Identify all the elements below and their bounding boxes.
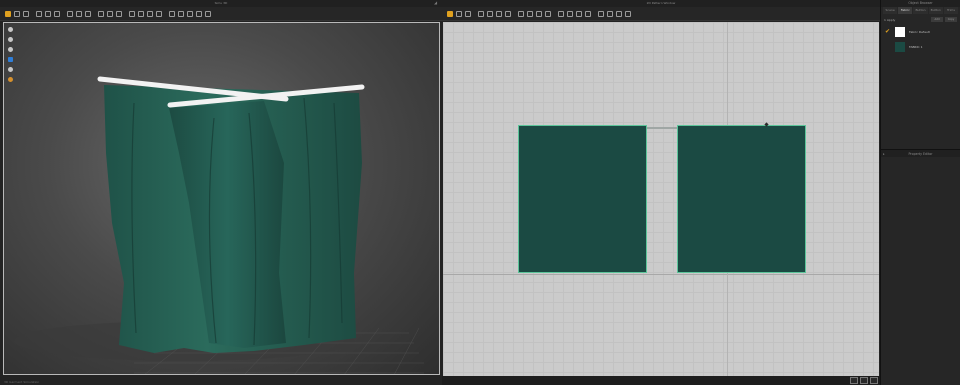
sewing-icon[interactable] (74, 9, 82, 18)
tool-17-icon[interactable] (167, 9, 175, 18)
property-editor-header: ▸ Property Editor (881, 149, 960, 157)
fabric-name: Fabric Default (909, 29, 930, 34)
tool-2d-20-icon[interactable] (623, 9, 631, 18)
horizontal-axis (443, 274, 879, 275)
tool-14-icon[interactable] (136, 9, 144, 18)
3d-window-title: Simu 3D (0, 0, 442, 7)
list-item[interactable]: ✔ Fabric Default (881, 24, 960, 39)
rotate-icon[interactable] (21, 9, 29, 18)
app-window: Simu 3D ◢ 3D Garment Simulation 2D Patte… (0, 0, 960, 385)
avatar-skin-icon[interactable] (7, 66, 14, 73)
tab-fabric[interactable]: Fabric (898, 7, 913, 14)
fold-icon[interactable] (43, 9, 51, 18)
edit-texture-icon[interactable] (556, 9, 564, 18)
copy-fabric-button[interactable]: Copy (945, 17, 957, 22)
pin-window-icon[interactable]: ◢ (434, 1, 438, 5)
tool-2d-17-icon[interactable] (596, 9, 604, 18)
seam-link (647, 127, 677, 129)
tab-button[interactable]: Button (913, 7, 928, 14)
tool-18-icon[interactable] (176, 9, 184, 18)
pattern-piece-right[interactable] (677, 125, 806, 273)
light-bulb-icon[interactable] (7, 76, 14, 83)
edit-pattern-icon[interactable] (454, 9, 462, 18)
rectangle-icon[interactable] (485, 9, 493, 18)
avatar-icon[interactable] (65, 9, 73, 18)
arrangement-icon[interactable] (83, 9, 91, 18)
camera-icon[interactable] (105, 9, 113, 18)
display-garment-icon[interactable] (7, 36, 14, 43)
tool-16-icon[interactable] (154, 9, 162, 18)
move-icon[interactable] (12, 9, 20, 18)
tool-20-icon[interactable] (194, 9, 202, 18)
internal-polygon-icon[interactable] (503, 9, 511, 18)
3d-scene (14, 76, 424, 374)
measure-icon[interactable] (52, 9, 60, 18)
circle-icon[interactable] (494, 9, 502, 18)
right-sidebar: Object Browser Scene Fabric Button Butto… (880, 0, 960, 385)
edit-curve-icon[interactable] (463, 9, 471, 18)
tool-21-icon[interactable] (203, 9, 211, 18)
check-icon: ✔ (885, 27, 891, 35)
2d-viewport[interactable] (443, 22, 879, 376)
free-sewing-icon[interactable] (543, 9, 551, 18)
fabric-name: FABRIC 1 (909, 44, 923, 49)
topstitch-icon[interactable] (565, 9, 573, 18)
tool-15-icon[interactable] (145, 9, 153, 18)
texture-icon[interactable] (96, 9, 104, 18)
tool-13-icon[interactable] (127, 9, 135, 18)
pattern-piece-left[interactable] (518, 125, 647, 273)
fabric-swatch (895, 41, 905, 52)
tab-buttonhole[interactable]: Button (928, 7, 943, 14)
polygon-icon[interactable] (476, 9, 484, 18)
tab-scene[interactable]: Scene (883, 7, 898, 14)
view-mode-2d-button[interactable] (870, 377, 878, 384)
2d-window: 2D Pattern Window (442, 0, 880, 385)
3d-toolbar (0, 7, 442, 21)
tab-trims[interactable]: Trims (943, 7, 959, 14)
transform-pattern-icon[interactable] (445, 9, 453, 18)
object-browser-title: Object Browser (881, 0, 960, 7)
fabric-swatch (895, 26, 905, 37)
segment-sewing-icon[interactable] (534, 9, 542, 18)
3d-status: 3D Garment Simulation (4, 380, 40, 384)
3d-viewport[interactable] (3, 22, 440, 375)
2d-window-title: 2D Pattern Window (442, 0, 880, 7)
add-fabric-button[interactable]: Add (931, 17, 943, 22)
2d-footer (442, 376, 880, 385)
object-browser-actions: 1 Apply Add Copy (881, 15, 960, 24)
pin-icon[interactable] (34, 9, 42, 18)
2d-toolbar (442, 7, 880, 21)
tool-2d-18-icon[interactable] (605, 9, 613, 18)
view-mode-3d-button[interactable] (850, 377, 858, 384)
collapse-icon[interactable]: ▸ (883, 150, 885, 158)
select-icon[interactable] (3, 9, 11, 18)
object-browser-tabs: Scene Fabric Button Button Trims (883, 7, 959, 14)
button-icon[interactable] (574, 9, 582, 18)
render-icon[interactable] (7, 56, 14, 63)
3d-side-tools (7, 26, 14, 83)
display-avatar-icon[interactable] (7, 26, 14, 33)
3d-window: Simu 3D ◢ 3D Garment Simulation (0, 0, 442, 385)
zipper-icon[interactable] (583, 9, 591, 18)
view-mode-buttons (850, 377, 878, 384)
tool-19-icon[interactable] (185, 9, 193, 18)
property-editor-title: Property Editor (908, 152, 933, 156)
tool-2d-19-icon[interactable] (614, 9, 622, 18)
edit-sewing-icon[interactable] (525, 9, 533, 18)
dart-icon[interactable] (516, 9, 524, 18)
display-avatar-measure-icon[interactable] (7, 46, 14, 53)
light-icon[interactable] (114, 9, 122, 18)
apply-count: 1 Apply (884, 17, 896, 22)
list-item[interactable]: FABRIC 1 (881, 39, 960, 54)
view-mode-split-button[interactable] (860, 377, 868, 384)
